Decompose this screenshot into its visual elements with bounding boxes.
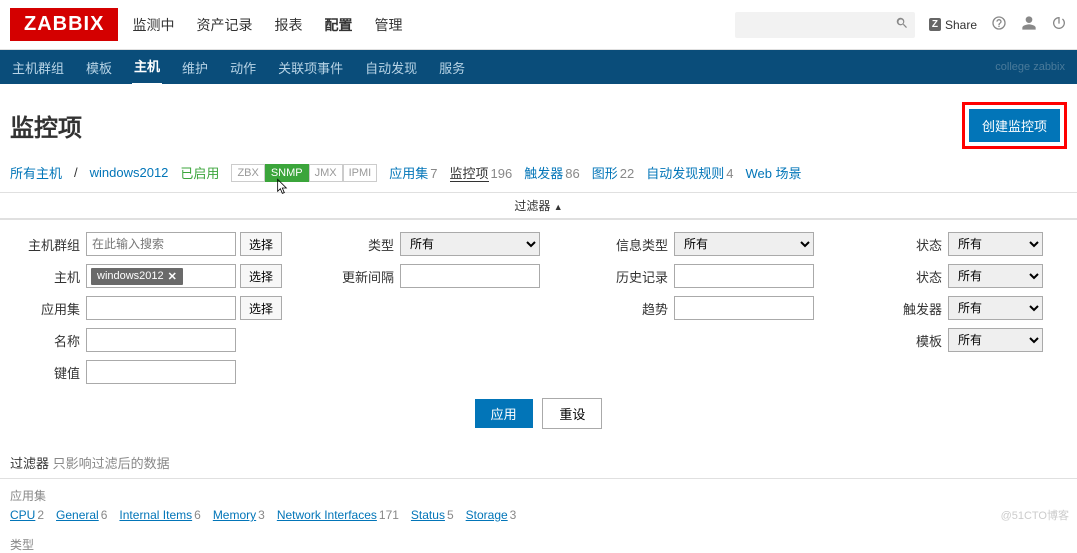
app-input[interactable] <box>86 296 236 320</box>
global-search[interactable] <box>735 12 915 38</box>
title-row: 监控项 创建监控项 <box>0 84 1077 163</box>
nav-inventory[interactable]: 资产记录 <box>196 15 252 35</box>
user-icon[interactable] <box>1021 15 1037 34</box>
filter-template: 模板 所有 <box>872 328 1077 352</box>
host-select-button[interactable]: 选择 <box>240 264 282 288</box>
subfilter-type-header: 类型 <box>0 530 1077 553</box>
filter-host: 主机 windows2012✕ 选择 <box>10 264 310 288</box>
close-icon[interactable]: ✕ <box>168 270 177 283</box>
subfilter-app-item[interactable]: General6 <box>56 508 107 522</box>
subfilter-app-item[interactable]: Network Interfaces171 <box>277 508 399 522</box>
filter-state: 状态 所有 <box>872 232 1077 256</box>
nav-configuration[interactable]: 配置 <box>324 15 352 35</box>
infotype-select[interactable]: 所有 <box>674 232 814 256</box>
page-title: 监控项 <box>10 108 82 143</box>
subnav-services[interactable]: 服务 <box>437 50 467 85</box>
subfilter-applications: 应用集 CPU2 General6 Internal Items6 Memory3 Ne… <box>0 478 1077 530</box>
subnav-discovery[interactable]: 自动发现 <box>363 50 419 85</box>
filter-interval: 更新间隔 <box>324 264 584 288</box>
nav-administration[interactable]: 管理 <box>374 15 402 35</box>
watermark: @51CTO博客 <box>1001 507 1069 523</box>
tab-web[interactable]: Web 场景 <box>745 163 803 182</box>
subfilter-app-item[interactable]: Status5 <box>411 508 454 522</box>
filter-history: 历史记录 <box>598 264 858 288</box>
filter-panel: 主机群组 选择 类型 所有 信息类型 所有 状态 所有 主机 windows20 <box>0 218 1077 447</box>
history-input[interactable] <box>674 264 814 288</box>
header-right: ZShare <box>735 12 1067 38</box>
create-item-button[interactable]: 创建监控项 <box>969 109 1060 142</box>
name-input[interactable] <box>86 328 236 352</box>
nav-reports[interactable]: 报表 <box>274 15 302 35</box>
subfilter-app-item[interactable]: Memory3 <box>213 508 265 522</box>
state-select[interactable]: 所有 <box>948 232 1043 256</box>
filter-key: 键值 <box>10 360 310 384</box>
chevron-up-icon: ▲ <box>554 202 563 212</box>
subfilter-app-item[interactable]: Internal Items6 <box>119 508 200 522</box>
subnav-hosts[interactable]: 主机 <box>132 48 162 86</box>
filter-name: 名称 <box>10 328 310 352</box>
tag-ipmi: IPMI <box>343 164 378 182</box>
type-select[interactable]: 所有 <box>400 232 540 256</box>
subfilter-app-item[interactable]: Storage3 <box>466 508 517 522</box>
subnav-hostgroups[interactable]: 主机群组 <box>10 50 66 85</box>
status-select[interactable]: 所有 <box>948 264 1043 288</box>
tag-jmx: JMX <box>309 164 343 182</box>
host-tag: windows2012✕ <box>91 268 183 285</box>
tab-applications[interactable]: 应用集7 <box>389 163 437 182</box>
reset-button[interactable]: 重设 <box>542 398 602 429</box>
subfilter-apps-items: CPU2 General6 Internal Items6 Memory3 Networ… <box>10 508 1067 522</box>
tag-zbx: ZBX <box>231 164 264 182</box>
hostgroup-select-button[interactable]: 选择 <box>240 232 282 256</box>
subnav-username: college zabbix <box>993 53 1067 81</box>
subnav-templates[interactable]: 模板 <box>84 50 114 85</box>
crumb-host[interactable]: windows2012 <box>90 165 169 180</box>
tab-triggers[interactable]: 触发器86 <box>524 163 579 182</box>
subnav-correlation[interactable]: 关联项事件 <box>276 50 345 85</box>
trigger-select[interactable]: 所有 <box>948 296 1043 320</box>
filter-app: 应用集 选择 <box>10 296 310 320</box>
apply-button[interactable]: 应用 <box>475 399 533 428</box>
filter-actions: 应用 重设 <box>10 384 1067 439</box>
tag-snmp: SNMP <box>265 164 309 182</box>
nav-monitoring[interactable]: 监测中 <box>132 15 174 35</box>
sub-nav: 主机群组 模板 主机 维护 动作 关联项事件 自动发现 服务 college z… <box>0 50 1077 84</box>
interface-tags: ZBX SNMP JMX IPMI <box>231 164 377 182</box>
hostgroup-input[interactable] <box>86 232 236 256</box>
filter-status: 状态 所有 <box>872 264 1077 288</box>
filter-note: 过滤器 只影响过滤后的数据 <box>0 447 1077 478</box>
top-header: ZABBIX 监测中 资产记录 报表 配置 管理 ZShare <box>0 0 1077 50</box>
filter-infotype: 信息类型 所有 <box>598 232 858 256</box>
tab-graphs[interactable]: 图形22 <box>592 163 634 182</box>
share-link[interactable]: ZShare <box>929 18 977 32</box>
app-select-button[interactable]: 选择 <box>240 296 282 320</box>
main-nav: 监测中 资产记录 报表 配置 管理 <box>132 15 734 35</box>
interval-input[interactable] <box>400 264 540 288</box>
filter-hostgroup: 主机群组 选择 <box>10 232 310 256</box>
subnav-actions[interactable]: 动作 <box>228 50 258 85</box>
host-enabled-label: 已启用 <box>180 163 219 182</box>
logo: ZABBIX <box>10 8 118 41</box>
filter-type: 类型 所有 <box>324 232 584 256</box>
filter-trigger: 触发器 所有 <box>872 296 1077 320</box>
create-button-highlight: 创建监控项 <box>962 102 1067 149</box>
tab-discovery[interactable]: 自动发现规则4 <box>646 163 733 182</box>
logout-icon[interactable] <box>1051 15 1067 34</box>
filter-trend: 趋势 <box>598 296 858 320</box>
tab-items[interactable]: 监控项196 <box>450 163 513 182</box>
subfilter-app-item[interactable]: CPU2 <box>10 508 44 522</box>
search-icon <box>895 16 909 33</box>
help-icon[interactable] <box>991 15 1007 34</box>
key-input[interactable] <box>86 360 236 384</box>
crumb-sep: / <box>74 165 78 180</box>
subfilter-apps-header: 应用集 <box>10 487 1067 504</box>
template-select[interactable]: 所有 <box>948 328 1043 352</box>
breadcrumb: 所有主机 / windows2012 已启用 ZBX SNMP JMX IPMI… <box>0 163 1077 192</box>
filter-toggle[interactable]: 过滤器 ▲ <box>0 192 1077 218</box>
trend-input[interactable] <box>674 296 814 320</box>
subnav-maintenance[interactable]: 维护 <box>180 50 210 85</box>
crumb-all-hosts[interactable]: 所有主机 <box>10 163 62 182</box>
host-input[interactable]: windows2012✕ <box>86 264 236 288</box>
